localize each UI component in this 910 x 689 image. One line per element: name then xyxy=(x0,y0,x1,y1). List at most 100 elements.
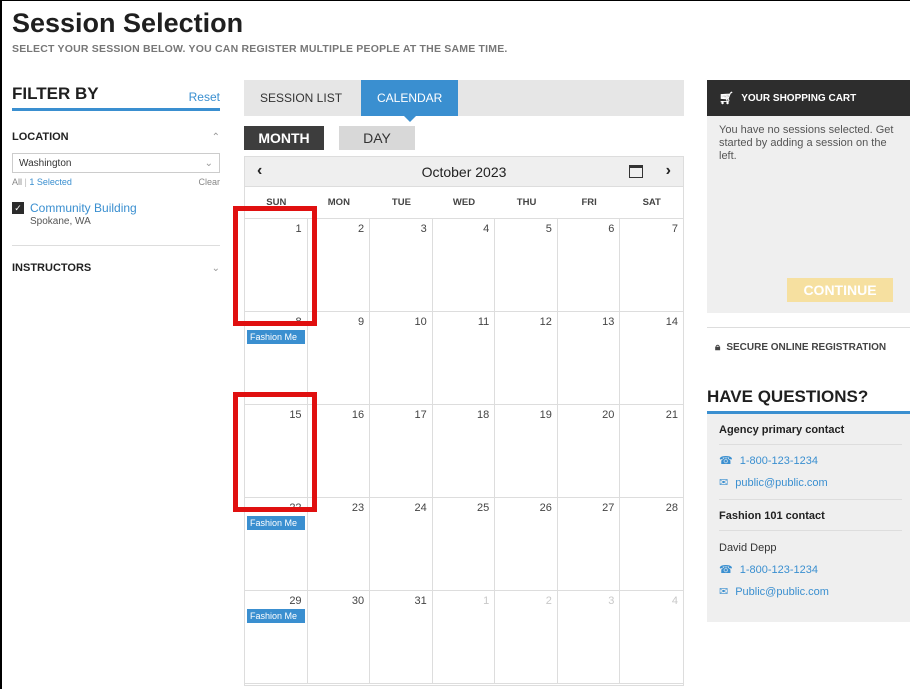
reset-link[interactable]: Reset xyxy=(189,90,220,104)
day-number: 12 xyxy=(539,316,552,328)
calendar-day-cell[interactable]: 12 xyxy=(495,312,558,405)
day-number: 5 xyxy=(545,223,552,235)
shopping-cart: 🛒︎ YOUR SHOPPING CART You have no sessio… xyxy=(707,80,910,313)
calendar-day-cell[interactable]: 24 xyxy=(370,498,433,591)
location-section-header[interactable]: LOCATION ⌃ xyxy=(12,131,220,143)
day-number: 8 xyxy=(295,316,302,328)
location-option-name: Community Building xyxy=(30,201,137,215)
questions-title: HAVE QUESTIONS? xyxy=(707,384,910,414)
calendar-day-cell[interactable]: 10 xyxy=(370,312,433,405)
calendar-header: ‹ October 2023 › xyxy=(245,157,683,187)
day-number: 31 xyxy=(414,595,427,607)
weekday-label: SAT xyxy=(642,197,661,208)
calendar-day-cell[interactable]: 26 xyxy=(495,498,558,591)
session-event[interactable]: Fashion Me xyxy=(247,330,305,344)
session-event[interactable]: Fashion Me xyxy=(247,516,305,530)
chevron-up-icon: ⌃ xyxy=(211,131,220,143)
location-select[interactable]: Washington ⌄ xyxy=(12,153,220,173)
view-tabs: SESSION LIST CALENDAR xyxy=(244,80,684,122)
location-option[interactable]: ✓ Community Building Spokane, WA xyxy=(12,201,220,227)
calendar-day-cell[interactable]: 4 xyxy=(620,591,683,684)
day-number: 13 xyxy=(602,316,615,328)
contact-phone[interactable]: ☎ 1-800-123-1234 xyxy=(719,554,902,577)
location-label: LOCATION xyxy=(12,131,69,143)
weekday-label: THU xyxy=(516,197,537,208)
contact-email[interactable]: ✉ Public@public.com xyxy=(719,576,902,599)
chevron-down-icon: ⌄ xyxy=(211,262,220,274)
day-number: 3 xyxy=(420,223,427,235)
calendar-day-cell[interactable]: 5 xyxy=(495,219,558,312)
page-subtitle: SELECT YOUR SESSION BELOW. YOU CAN REGIS… xyxy=(12,43,508,55)
day-number: 23 xyxy=(351,502,365,514)
envelope-icon: ✉ xyxy=(719,477,729,489)
day-number: 30 xyxy=(351,595,365,607)
day-number: 21 xyxy=(665,409,678,421)
day-view-button[interactable]: DAY xyxy=(339,126,415,150)
day-number: 26 xyxy=(539,502,552,514)
instructors-label: INSTRUCTORS xyxy=(12,262,92,274)
tab-calendar[interactable]: CALENDAR xyxy=(361,80,459,122)
calendar-day-cell[interactable]: 7 xyxy=(620,219,683,312)
session-event[interactable]: Fashion Me xyxy=(247,609,305,623)
agency-phone[interactable]: ☎ 1-800-123-1234 xyxy=(719,445,902,468)
calendar-day-cell[interactable]: 3 xyxy=(370,219,433,312)
calendar-day-cell[interactable]: 16 xyxy=(307,405,371,498)
calendar-day-cell[interactable]: 8 Fashion Me xyxy=(245,312,308,405)
calendar-day-cell[interactable]: 21 xyxy=(620,405,683,498)
calendar-day-cell[interactable]: 31 xyxy=(370,591,433,684)
calendar-day-cell[interactable]: 30 xyxy=(307,591,371,684)
agency-email[interactable]: ✉ public@public.com xyxy=(719,467,902,500)
continue-button[interactable]: CONTINUE xyxy=(787,278,893,302)
calendar-day-cell[interactable]: 25 xyxy=(432,498,496,591)
day-number: 1 xyxy=(483,595,490,607)
cart-icon: 🛒︎ xyxy=(719,91,735,105)
secure-label: SECURE ONLINE REGISTRATION xyxy=(726,342,887,353)
calendar-day-cell[interactable]: 4 xyxy=(432,219,496,312)
calendar-day-cell[interactable]: 18 xyxy=(432,405,496,498)
calendar-day-cell[interactable]: 19 xyxy=(495,405,558,498)
calendar-day-cell[interactable]: 1 xyxy=(245,219,308,312)
calendar-day-cell[interactable]: 20 xyxy=(557,405,621,498)
location-select-value: Washington xyxy=(19,157,72,169)
calendar-day-cell[interactable]: 14 xyxy=(620,312,683,405)
calendar-day-cell[interactable]: 27 xyxy=(557,498,621,591)
calendar-day-cell[interactable]: 28 xyxy=(620,498,683,591)
calendar-day-cell[interactable]: 2 xyxy=(307,219,371,312)
month-label: October 2023 xyxy=(421,164,507,180)
day-number: 19 xyxy=(539,409,552,421)
calendar-day-cell[interactable]: 1 xyxy=(432,591,496,684)
calendar-day-cell[interactable]: 23 xyxy=(307,498,371,591)
tab-session-list[interactable]: SESSION LIST xyxy=(244,80,358,116)
calendar-day-cell[interactable]: 22 Fashion Me xyxy=(245,498,308,591)
month-view-button[interactable]: MONTH xyxy=(244,126,324,150)
calendar-day-cell[interactable]: 6 xyxy=(557,219,621,312)
all-link[interactable]: All xyxy=(12,177,22,187)
calendar-day-cell[interactable]: 9 xyxy=(307,312,371,405)
day-number: 4 xyxy=(671,595,678,607)
selected-count[interactable]: 1 Selected xyxy=(29,177,72,187)
calendar-day-cell[interactable]: 15 xyxy=(245,405,308,498)
calendar-day-cell[interactable]: 11 xyxy=(432,312,496,405)
day-number: 25 xyxy=(477,502,490,514)
filter-header: FILTER BY Reset xyxy=(12,84,220,111)
weekday-label: TUE xyxy=(391,197,411,208)
day-number: 29 xyxy=(289,595,302,607)
contact-email-text: Public@public.com xyxy=(735,585,829,598)
calendar-day-cell[interactable]: 2 xyxy=(495,591,558,684)
checkbox-checked-icon[interactable]: ✓ xyxy=(12,202,24,214)
filter-title: FILTER BY xyxy=(12,84,99,103)
calendar-day-cell[interactable]: 13 xyxy=(557,312,621,405)
contact-name: David Depp xyxy=(719,542,777,554)
day-number: 20 xyxy=(602,409,615,421)
calendar-picker-icon[interactable] xyxy=(629,165,643,178)
calendar-day-cell[interactable]: 17 xyxy=(370,405,433,498)
page-title: Session Selection xyxy=(12,8,244,38)
day-number: 24 xyxy=(414,502,427,514)
instructors-section-header[interactable]: INSTRUCTORS ⌄ xyxy=(12,262,220,274)
clear-link[interactable]: Clear xyxy=(198,177,220,187)
agency-contact-label: Agency primary contact xyxy=(719,414,902,445)
calendar-day-cell[interactable]: 3 xyxy=(557,591,621,684)
calendar-day-cell[interactable]: 29 Fashion Me xyxy=(245,591,308,684)
chevron-right-icon[interactable]: › xyxy=(666,162,671,180)
day-number: 17 xyxy=(414,409,427,421)
